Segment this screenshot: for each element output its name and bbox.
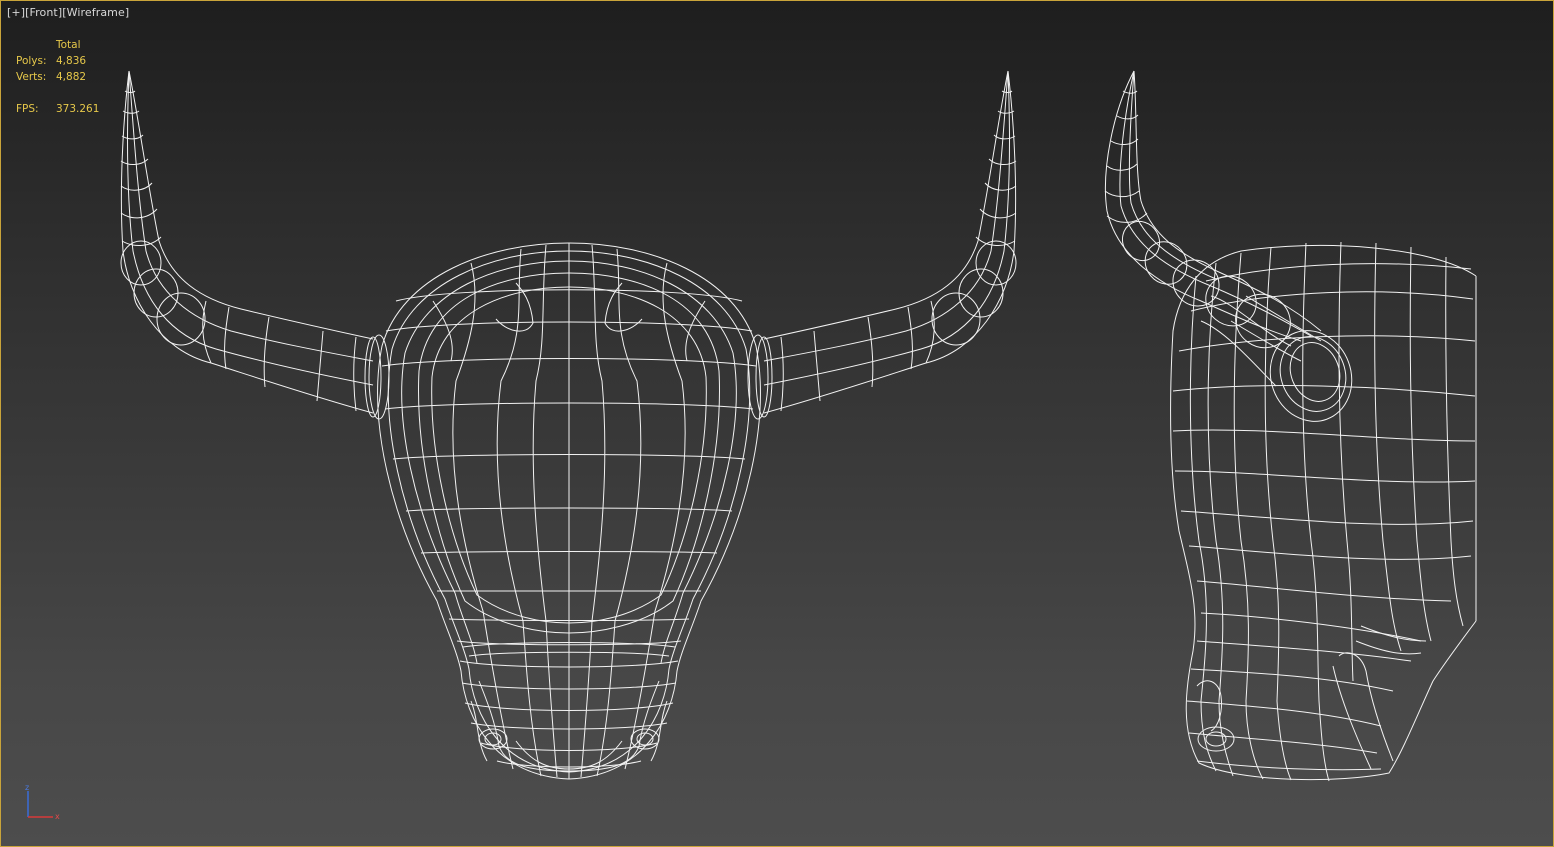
viewport-front-wireframe[interactable]: [+][Front][Wireframe] Total Polys: 4,836 … bbox=[0, 0, 1554, 847]
bull-head-side-mesh bbox=[1170, 241, 1477, 782]
axis-gizmo: z x bbox=[25, 783, 60, 821]
left-horn-mesh bbox=[120, 70, 390, 420]
gizmo-z-label: z bbox=[25, 783, 29, 792]
gizmo-x-label: x bbox=[55, 812, 60, 821]
side-horn-mesh bbox=[1104, 70, 1322, 362]
bull-head-front-mesh bbox=[377, 242, 761, 780]
right-horn-mesh bbox=[747, 70, 1017, 420]
wireframe-canvas[interactable] bbox=[1, 1, 1553, 846]
